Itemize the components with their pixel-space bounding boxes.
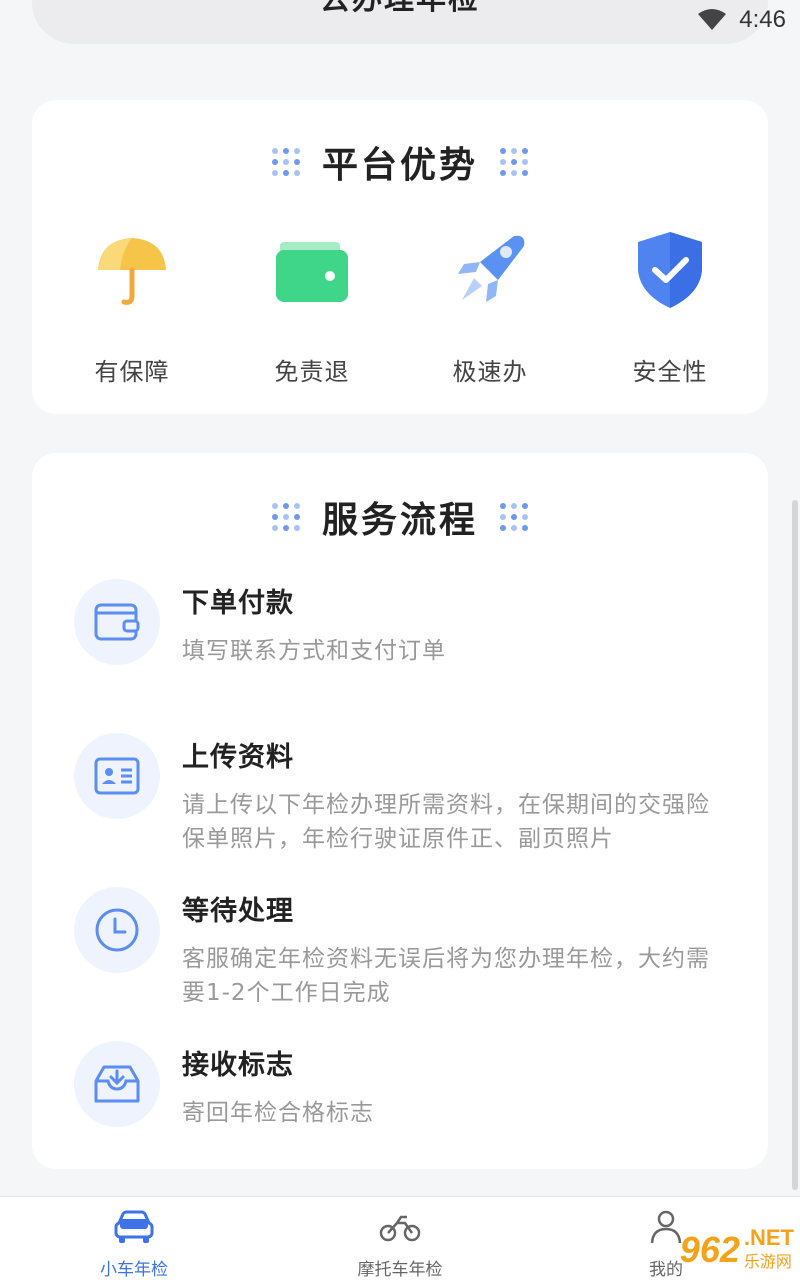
id-card-icon xyxy=(94,757,140,795)
step-desc: 填写联系方式和支付订单 xyxy=(182,638,446,664)
dots-decoration-icon xyxy=(271,148,300,176)
handle-inspection-label: 去办理年检 xyxy=(320,0,480,18)
watermark-logo: 962 xyxy=(679,1229,740,1270)
advantages-title: 平台优势 xyxy=(321,145,478,186)
watermark-text: 乐游网 xyxy=(743,1252,792,1271)
advantage-label: 极速办 xyxy=(452,358,528,386)
status-time: 4:46 xyxy=(739,6,786,33)
process-card: 服务流程 下单付款 填写联系方式和支付订单 上传资料 请上传以下年检办理所需资料… xyxy=(32,453,768,1169)
advantages-title-row: 平台优势 xyxy=(32,136,768,188)
watermark-suffix: .NET xyxy=(743,1225,794,1250)
process-title: 服务流程 xyxy=(321,500,478,541)
tab-motorcycle-inspection[interactable]: 摩托车年检 xyxy=(330,1209,470,1280)
step-title: 等待处理 xyxy=(182,896,294,927)
step-desc: 寄回年检合格标志 xyxy=(182,1100,374,1126)
motorcycle-icon xyxy=(379,1215,421,1242)
inbox-download-icon xyxy=(94,1065,140,1103)
status-bar: 4:46 xyxy=(697,6,786,34)
advantage-label: 免责退 xyxy=(274,358,350,386)
shield-check-icon xyxy=(638,232,702,308)
step-title: 上传资料 xyxy=(182,742,294,773)
step-desc: 客服确定年检资料无误后将为您办理年检，大约需要1-2个工作日完成 xyxy=(182,946,710,1006)
tab-car-inspection[interactable]: 小车年检 xyxy=(64,1209,204,1280)
wallet-icon xyxy=(276,242,348,302)
dots-decoration-icon xyxy=(500,148,528,176)
advantage-refund: 免责退 xyxy=(222,230,402,387)
process-title-row: 服务流程 xyxy=(32,491,768,543)
advantage-fast: 极速办 xyxy=(400,230,580,387)
step-title: 下单付款 xyxy=(182,588,294,619)
car-icon xyxy=(114,1210,154,1243)
tab-label: 小车年检 xyxy=(100,1260,168,1280)
page: 去办理年检 4:46 平台优势 有保障 xyxy=(0,0,800,1280)
step-desc: 请上传以下年检办理所需资料，在保期间的交强险保单照片，年检行驶证原件正、副页照片 xyxy=(182,792,710,852)
wallet-icon xyxy=(94,603,140,641)
scrollbar[interactable] xyxy=(792,500,798,1190)
umbrella-icon xyxy=(98,238,166,305)
advantage-label: 安全性 xyxy=(632,358,708,386)
watermark: 962 .NET 乐游网 xyxy=(679,1225,794,1272)
step-title: 接收标志 xyxy=(182,1050,294,1081)
tab-label: 摩托车年检 xyxy=(357,1260,443,1280)
advantage-label: 有保障 xyxy=(94,358,170,386)
advantage-guarantee: 有保障 xyxy=(42,230,222,387)
dots-decoration-icon xyxy=(500,503,528,531)
advantages-card: 平台优势 有保障 免责退 极速办 安全性 xyxy=(32,100,768,414)
clock-icon xyxy=(95,908,139,952)
rocket-icon xyxy=(458,235,525,302)
advantage-security: 安全性 xyxy=(580,230,760,387)
dots-decoration-icon xyxy=(271,503,300,531)
wifi-icon xyxy=(698,9,727,30)
handle-inspection-button[interactable]: 去办理年检 xyxy=(32,0,768,44)
